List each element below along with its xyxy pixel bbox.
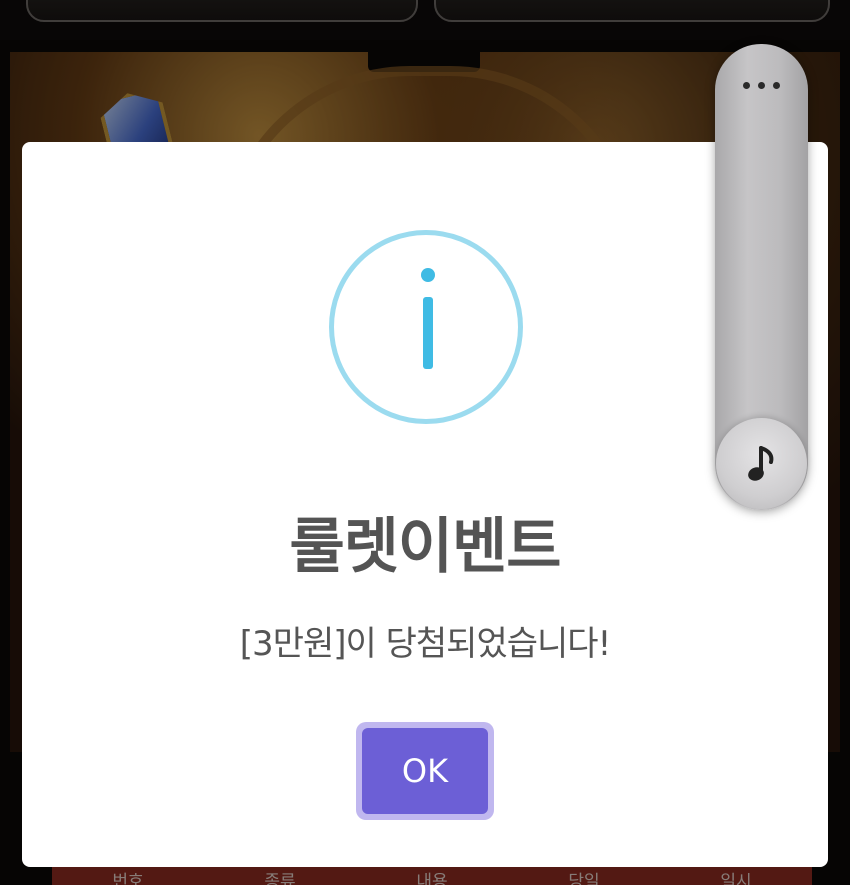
info-icon-dot bbox=[421, 268, 435, 282]
music-note-icon bbox=[747, 445, 773, 481]
info-icon bbox=[329, 230, 523, 424]
music-toggle-button[interactable] bbox=[716, 418, 807, 509]
floating-side-panel[interactable] bbox=[715, 44, 808, 510]
alert-dialog: 룰렛이벤트 [3만원]이 당첨되었습니다! OK bbox=[22, 142, 828, 867]
ok-button[interactable]: OK bbox=[362, 728, 488, 814]
dialog-title: 룰렛이벤트 bbox=[289, 512, 562, 582]
info-icon-bar bbox=[423, 297, 433, 369]
dialog-message: [3만원]이 당첨되었습니다! bbox=[239, 624, 611, 664]
more-horizontal-icon[interactable] bbox=[743, 79, 780, 91]
